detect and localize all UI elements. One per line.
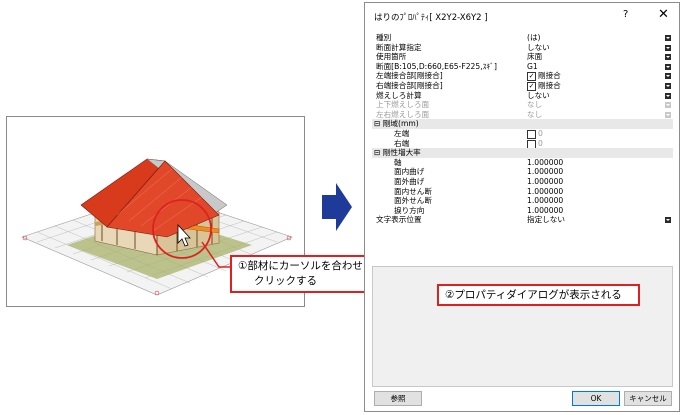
prop-row-stiff-outplane-shear[interactable]: 面外せん断 1.000000 [372, 196, 673, 206]
prop-row-burn-calc[interactable]: 燃えしろ計算 しない [372, 91, 673, 101]
dialog-title: はりのﾌﾟﾛﾊﾟﾃｨ[ X2Y2-X6Y2 ] [374, 13, 488, 23]
beam-property-dialog: はりのﾌﾟﾛﾊﾟﾃｨ[ X2Y2-X6Y2 ] ? ✕ 種別 (は) 断面計算指定… [364, 2, 680, 412]
arrow-right-icon [322, 183, 352, 231]
prop-row-burn-topbottom: 上下燃えしろ面 なし [372, 100, 673, 110]
collapse-icon[interactable]: ⊟ [374, 119, 380, 128]
help-icon[interactable]: ? [623, 9, 628, 20]
prop-row-section[interactable]: 断面[B:105,D:660,E65-F225,ｽｷﾞ] G1 [372, 62, 673, 72]
callout-dialog-shown: ②プロパティダイアログが表示される [437, 284, 640, 306]
dropdown-icon [665, 102, 671, 109]
dropdown-icon[interactable] [665, 217, 671, 224]
ok-button[interactable]: OK [572, 391, 620, 406]
dropdown-icon[interactable] [665, 44, 671, 51]
property-grid: 種別 (は) 断面計算指定 しない 使用箇所 床面 断面[B:105,D:660,E6… [372, 32, 673, 250]
dropdown-icon[interactable] [665, 35, 671, 41]
cancel-button[interactable]: キャンセル [624, 391, 672, 406]
dropdown-icon[interactable] [665, 54, 671, 61]
group-label: 剛性増大率 [382, 148, 421, 158]
close-icon[interactable]: ✕ [658, 7, 669, 22]
prop-row-stiff-torsion[interactable]: 捩り方向 1.000000 [372, 206, 673, 216]
prop-row-text-position[interactable]: 文字表示位置 指定しない [372, 215, 673, 225]
group-label: 剛域(mm) [382, 119, 419, 129]
group-stiffness[interactable]: ⊟ 剛性増大率 [372, 148, 673, 158]
prop-row-rigid-left[interactable]: 左端 0 [372, 129, 673, 139]
dropdown-icon[interactable] [665, 63, 671, 70]
prop-row-type[interactable]: 種別 (は) [372, 33, 673, 43]
prop-row-stiff-inplane-bend[interactable]: 面内曲げ 1.000000 [372, 167, 673, 177]
prop-row-left-joint[interactable]: 左端接合部[剛接合] ✓ 剛接合 [372, 71, 673, 82]
prop-row-stiff-outplane-bend[interactable]: 面外曲げ 1.000000 [372, 177, 673, 187]
reference-button[interactable]: 参照 [374, 391, 422, 406]
prop-row-rigid-right[interactable]: 右端 0 [372, 139, 673, 149]
dropdown-icon[interactable] [665, 92, 671, 99]
prop-row-right-joint[interactable]: 右端接合部[剛接合] ✓ 剛接合 [372, 81, 673, 91]
prop-row-burn-leftright: 左右燃えしろ面 なし [372, 110, 673, 120]
prop-row-stiff-axial[interactable]: 軸 1.000000 [372, 158, 673, 168]
prop-row-stiff-inplane-shear[interactable]: 面内せん断 1.000000 [372, 187, 673, 197]
collapse-icon[interactable]: ⊟ [374, 148, 380, 157]
dropdown-icon[interactable] [665, 83, 671, 89]
prop-row-section-calc[interactable]: 断面計算指定 しない [372, 43, 673, 53]
prop-row-usage[interactable]: 使用箇所 床面 [372, 52, 673, 62]
dropdown-icon[interactable] [665, 73, 671, 80]
dialog-titlebar[interactable]: はりのﾌﾟﾛﾊﾟﾃｨ[ X2Y2-X6Y2 ] ? ✕ [365, 3, 679, 29]
group-rigid-zone[interactable]: ⊟ 剛域(mm) [372, 119, 673, 129]
dropdown-icon [665, 111, 671, 118]
